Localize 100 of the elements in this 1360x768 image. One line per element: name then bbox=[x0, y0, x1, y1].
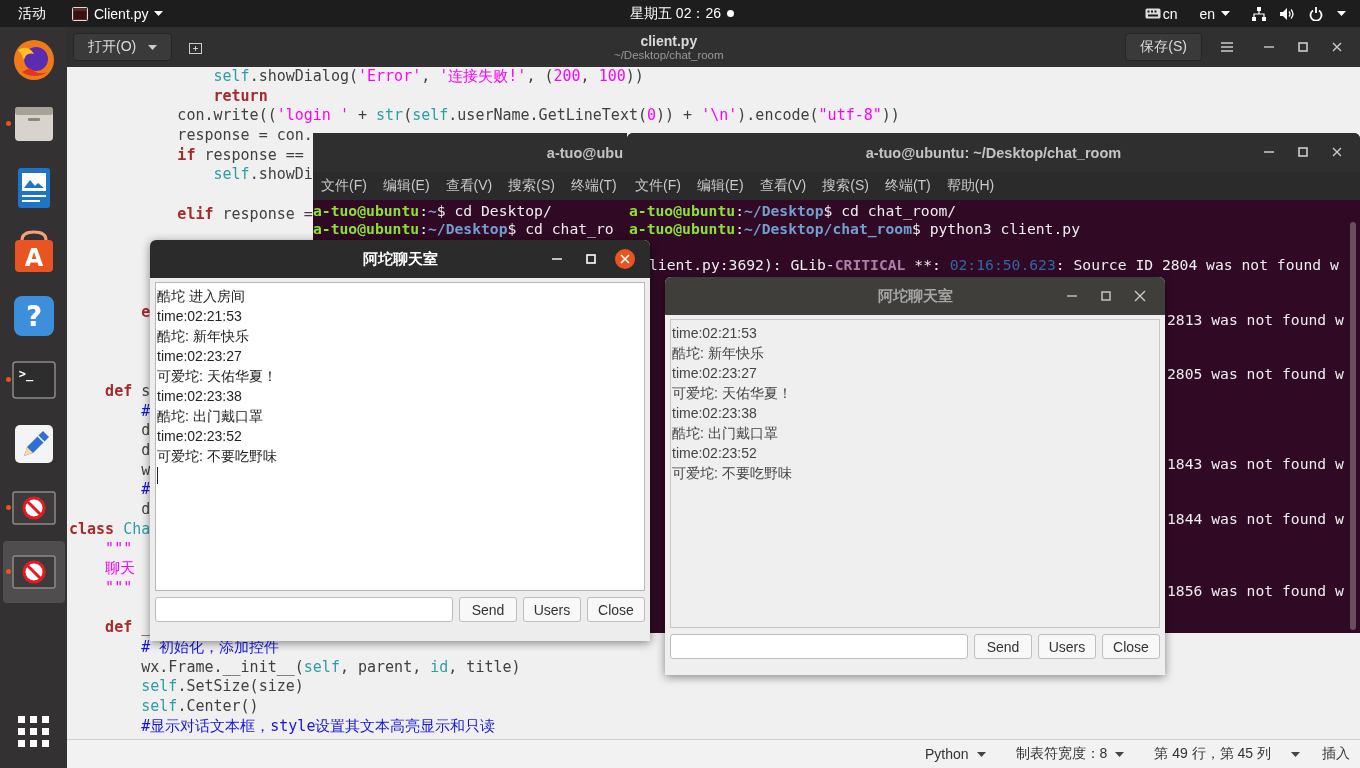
minimize-icon bbox=[552, 258, 562, 260]
chat-message: time:02:23:38 bbox=[672, 404, 757, 423]
minimize-icon bbox=[1067, 295, 1077, 297]
close-icon bbox=[1332, 147, 1342, 157]
code-line: d bbox=[140, 500, 151, 520]
terminal-line: a-tuo@ubuntu:~$ cd Desktop/ bbox=[313, 202, 552, 221]
terminal-line: a-tuo@ubuntu:~/Desktop$ cd chat_room/ bbox=[629, 202, 957, 221]
menu-item[interactable]: 搜索(S) bbox=[500, 172, 563, 200]
code-line: self.SetSize(size) bbox=[140, 677, 304, 697]
notification-dot-icon bbox=[727, 10, 735, 17]
code-line: # bbox=[140, 401, 151, 422]
chat-message: time:02:21:53 bbox=[672, 324, 757, 343]
chat-message: 酷坨: 新年快乐 bbox=[672, 344, 764, 363]
new-document-icon bbox=[189, 40, 204, 54]
cursor-position-button[interactable]: 第 49 行，第 45 列 bbox=[1146, 745, 1308, 763]
keyboard-button[interactable]: cn bbox=[1138, 0, 1184, 27]
language-button[interactable]: en bbox=[1193, 0, 1236, 27]
keyboard-icon bbox=[1144, 8, 1161, 19]
menu-item[interactable]: 查看(V) bbox=[751, 172, 815, 200]
help-icon: ? bbox=[11, 294, 56, 338]
chat-button[interactable]: Close bbox=[1102, 634, 1160, 659]
terminal-line: 1844 was not found w bbox=[1167, 509, 1344, 528]
code-line: # bbox=[140, 480, 151, 501]
chat-message: 酷坨 进入房间 bbox=[157, 287, 245, 306]
code-line: self.showDi bbox=[212, 165, 313, 186]
chat-button[interactable]: Send bbox=[459, 597, 517, 622]
dock-item[interactable] bbox=[2, 541, 65, 603]
app-menu-button[interactable]: Client.py bbox=[66, 0, 170, 27]
maximize-icon bbox=[1101, 291, 1111, 301]
terminal-line: 2805 was not found w bbox=[1167, 364, 1344, 383]
code-line: class Cha bbox=[69, 519, 151, 540]
maximize-icon bbox=[1298, 147, 1308, 157]
terminal-line: 2813 was not found w bbox=[1167, 310, 1344, 329]
terminal-line: a-tuo@ubuntu:~/Desktop/chat_room$ python3 client.py bbox=[629, 220, 1080, 239]
code-line: self.showDialog('Error', '连接失败!', (200, 100)) bbox=[212, 67, 644, 87]
maximize-icon bbox=[586, 254, 596, 264]
code-line: #显示对话文本框，style设置其文本高亮显示和只读 bbox=[140, 716, 496, 737]
close-icon bbox=[1134, 290, 1146, 302]
code-line: d bbox=[140, 421, 151, 442]
code-line: if response == bbox=[176, 145, 304, 166]
clock-button[interactable]: 星期五 02：26 bbox=[624, 0, 741, 27]
window-title: a-tuo@ubu bbox=[545, 144, 624, 161]
activities-button[interactable]: 活动 bbox=[12, 0, 52, 27]
dock-item[interactable]: >_ bbox=[2, 349, 65, 411]
chat-button[interactable]: Users bbox=[1038, 634, 1096, 659]
menu-item[interactable]: 帮助(H) bbox=[938, 172, 1003, 200]
close-icon bbox=[615, 249, 635, 269]
chat-message: time:02:23:27 bbox=[157, 347, 242, 366]
caret-icon bbox=[1221, 11, 1230, 16]
terminal-line: 1856 was not found w bbox=[1167, 581, 1344, 601]
menu-item[interactable]: 终端(T) bbox=[876, 172, 939, 200]
chat-message: 酷坨: 新年快乐 bbox=[157, 327, 249, 346]
code-line: self.Center() bbox=[140, 697, 259, 717]
app-grid-icon bbox=[18, 715, 49, 747]
chat-message: 可爱坨: 不要吃野味 bbox=[157, 447, 277, 466]
menu-item[interactable]: 搜索(S) bbox=[814, 172, 877, 200]
save-button[interactable]: 保存(S) bbox=[1125, 33, 1202, 61]
menu-item[interactable]: 文件(F) bbox=[313, 172, 375, 200]
dock-item[interactable]: A bbox=[2, 221, 65, 283]
chat-message: time:02:23:52 bbox=[672, 444, 757, 463]
menu-item[interactable]: 文件(F) bbox=[627, 172, 689, 200]
volume-icon bbox=[1280, 6, 1295, 21]
code-line: return bbox=[212, 86, 268, 107]
code-line: d bbox=[140, 441, 151, 461]
window-icon bbox=[72, 6, 88, 21]
close-icon bbox=[1332, 42, 1342, 52]
window-title: client.py bbox=[640, 33, 698, 49]
chat-button[interactable]: Close bbox=[587, 597, 645, 622]
caret-icon bbox=[148, 44, 158, 50]
tab-width-button[interactable]: 制表符宽度：8 bbox=[1007, 745, 1133, 763]
chat-message: 可爱坨: 天佑华夏！ bbox=[672, 384, 792, 403]
terminal-icon: >_ bbox=[11, 358, 56, 402]
menu-icon bbox=[1221, 42, 1233, 52]
chat-button[interactable]: Users bbox=[523, 597, 581, 622]
caret-icon bbox=[1115, 751, 1125, 757]
open-button[interactable]: 打开(O) bbox=[73, 33, 173, 61]
code-line: w bbox=[140, 460, 151, 481]
menu-item[interactable]: 查看(V) bbox=[437, 172, 501, 200]
menu-item[interactable]: 编辑(E) bbox=[374, 172, 438, 200]
message-input-field[interactable] bbox=[670, 634, 968, 659]
caret-icon bbox=[1291, 751, 1300, 757]
chat-message: time:02:23:27 bbox=[672, 364, 757, 383]
chat-message: time:02:23:38 bbox=[157, 387, 242, 406]
language-button[interactable]: Python bbox=[916, 746, 994, 762]
window-title: 阿坨聊天室 bbox=[362, 249, 438, 269]
window-title: 阿坨聊天室 bbox=[877, 286, 953, 306]
terminal-line: lient.py:3692): GLib-CRITICAL **: 02:16:50.623: Source ID 2804 was not found w bbox=[649, 256, 1339, 275]
terminal-line: a-tuo@ubuntu:~/Desktop$ cd chat_ro bbox=[313, 220, 614, 239]
menu-item[interactable]: 编辑(E) bbox=[688, 172, 752, 200]
code-line: 聊天 bbox=[104, 559, 136, 579]
code-line: """ bbox=[104, 539, 133, 560]
menu-item[interactable]: 终端(T) bbox=[562, 172, 625, 200]
scrollbar[interactable] bbox=[1350, 222, 1356, 630]
insert-mode-label: 插入 bbox=[1322, 745, 1350, 763]
code-line: con.write(('login ' + str(self.userName.GetLineText(0)) + '\n').encode("utf-8")) bbox=[176, 106, 900, 127]
code-line: def s bbox=[104, 382, 151, 402]
code-line: response = con. bbox=[176, 126, 313, 146]
chat-button[interactable]: Send bbox=[974, 634, 1032, 659]
code-line: elif response = bbox=[176, 204, 313, 223]
message-input-field[interactable] bbox=[155, 597, 453, 622]
